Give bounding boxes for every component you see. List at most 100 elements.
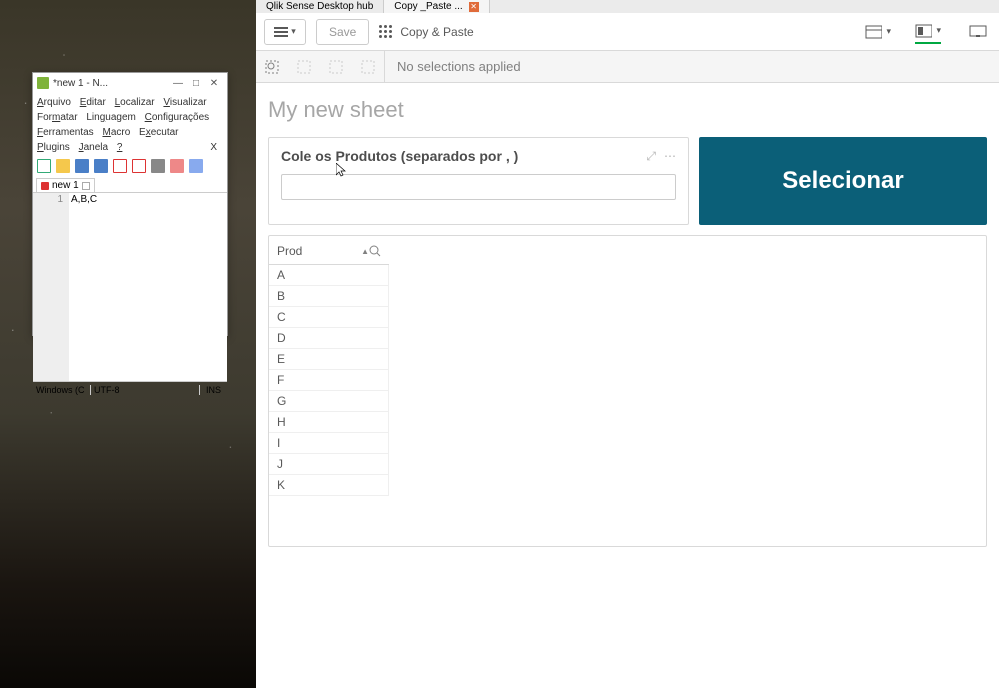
table-row[interactable]: C: [269, 307, 389, 328]
npp-toolbar: [33, 157, 227, 175]
qlik-toolbar: ▾ Save Copy & Paste ▾ ▾: [256, 13, 999, 51]
minimize-button[interactable]: —: [169, 78, 187, 89]
table-body: ABCDEFGHIJK: [269, 265, 986, 496]
fullscreen-icon[interactable]: ⤢: [646, 149, 656, 164]
selection-text: No selections applied: [384, 51, 521, 82]
sheet-content: My new sheet Cole os Produtos (separados…: [256, 83, 999, 561]
npp-app-icon: [37, 77, 49, 89]
menu-macro[interactable]: Macro: [102, 127, 130, 138]
sheet-view-button[interactable]: ▾: [915, 26, 941, 44]
npp-statusbar: Windows (C UTF-8 INS: [33, 381, 227, 397]
more-icon[interactable]: ⋯: [664, 149, 676, 164]
chevron-down-icon: ▾: [291, 26, 296, 37]
selecionar-button[interactable]: Selecionar: [699, 137, 987, 225]
menu-plugins[interactable]: Plugins: [37, 142, 70, 153]
new-file-icon[interactable]: [37, 159, 51, 173]
editor-content: A,B,C: [71, 194, 97, 205]
table-row[interactable]: I: [269, 433, 389, 454]
menu-janela[interactable]: Janela: [79, 142, 108, 153]
app-grid-icon: [379, 25, 392, 38]
presentation-button[interactable]: [965, 23, 991, 41]
menu-formatar[interactable]: Formatar: [37, 112, 78, 123]
save-icon[interactable]: [75, 159, 89, 173]
chevron-down-icon: ▾: [936, 25, 941, 36]
prod-table[interactable]: Prod ▲ ABCDEFGHIJK: [268, 235, 987, 547]
table-row[interactable]: B: [269, 286, 389, 307]
save-all-icon[interactable]: [94, 159, 108, 173]
table-header[interactable]: Prod ▲: [269, 244, 389, 265]
text-editor[interactable]: A,B,C: [69, 193, 227, 381]
table-row[interactable]: H: [269, 412, 389, 433]
npp-menubar: Arquivo Editar Localizar Visualizar Form…: [33, 93, 227, 157]
sheet-title[interactable]: My new sheet: [268, 97, 987, 123]
npp-titlebar[interactable]: *new 1 - N... — □ ✕: [33, 73, 227, 93]
products-input[interactable]: [281, 174, 676, 200]
print-icon[interactable]: [151, 159, 165, 173]
status-mode: INS: [199, 385, 227, 395]
selection-tools: [256, 57, 384, 77]
close-file-icon[interactable]: [113, 159, 127, 173]
input-card-title: Cole os Produtos (separados por , ): [281, 148, 646, 164]
menu-executar[interactable]: Executar: [139, 127, 178, 138]
menu-visualizar[interactable]: Visualizar: [163, 97, 206, 108]
notepadpp-window: *new 1 - N... — □ ✕ Arquivo Editar Local…: [32, 72, 228, 336]
selecionar-label: Selecionar: [782, 167, 903, 195]
step-back-button[interactable]: [294, 57, 314, 77]
table-row[interactable]: E: [269, 349, 389, 370]
menu-localizar[interactable]: Localizar: [115, 97, 155, 108]
save-label: Save: [329, 25, 356, 39]
menu-editar[interactable]: Editar: [80, 97, 106, 108]
open-file-icon[interactable]: [56, 159, 70, 173]
npp-file-tabs: new 1: [33, 175, 227, 193]
hamburger-icon: [274, 27, 288, 37]
clear-icon: [360, 59, 376, 75]
table-row[interactable]: J: [269, 454, 389, 475]
menu-ferramentas[interactable]: Ferramentas: [37, 127, 94, 138]
npp-title-text: *new 1 - N...: [53, 78, 169, 89]
tab-app-label: Copy _Paste ...: [394, 1, 462, 12]
data-model-button[interactable]: ▾: [865, 23, 891, 41]
tab-close-icon[interactable]: [82, 182, 90, 190]
smart-search-button[interactable]: [262, 57, 282, 77]
menu-x[interactable]: X: [210, 140, 217, 155]
search-icon[interactable]: [369, 245, 381, 257]
tab-app[interactable]: Copy _Paste ... ✕: [384, 0, 489, 13]
th-label: Prod: [277, 244, 357, 258]
tab-close-icon[interactable]: ✕: [469, 2, 479, 12]
line-number: 1: [39, 194, 63, 205]
table-row[interactable]: F: [269, 370, 389, 391]
global-menu-button[interactable]: ▾: [264, 19, 306, 45]
maximize-button[interactable]: □: [187, 78, 205, 89]
cut-icon[interactable]: [170, 159, 184, 173]
table-row[interactable]: A: [269, 265, 389, 286]
menu-config[interactable]: Configurações: [145, 112, 210, 123]
sheet-icon: [915, 24, 932, 38]
monitor-icon: [969, 25, 987, 39]
npp-file-tab[interactable]: new 1: [36, 178, 95, 192]
step-forward-button[interactable]: [326, 57, 346, 77]
table-row[interactable]: D: [269, 328, 389, 349]
menu-help[interactable]: ?: [117, 142, 123, 153]
tab-hub[interactable]: Qlik Sense Desktop hub: [256, 0, 384, 13]
input-card[interactable]: Cole os Produtos (separados por , ) ⤢ ⋯: [268, 137, 689, 225]
smart-search-icon: [264, 59, 280, 75]
close-all-icon[interactable]: [132, 159, 146, 173]
app-breadcrumb[interactable]: Copy & Paste: [379, 25, 473, 39]
menu-linguagem[interactable]: Linguagem: [86, 112, 136, 123]
close-button[interactable]: ✕: [205, 78, 223, 89]
toolbar-right: ▾ ▾: [865, 23, 991, 41]
selection-bar: No selections applied: [256, 51, 999, 83]
tab-hub-label: Qlik Sense Desktop hub: [266, 1, 373, 12]
save-button[interactable]: Save: [316, 19, 369, 45]
table-row[interactable]: K: [269, 475, 389, 496]
table-row[interactable]: G: [269, 391, 389, 412]
npp-editor-area: 1 A,B,C: [33, 193, 227, 381]
sort-asc-icon[interactable]: ▲: [361, 247, 369, 256]
status-eol: Windows (C: [33, 385, 91, 395]
qlik-browser-tabs: Qlik Sense Desktop hub Copy _Paste ... ✕: [256, 0, 999, 13]
clear-all-button[interactable]: [358, 57, 378, 77]
copy-icon[interactable]: [189, 159, 203, 173]
data-model-icon: [865, 25, 882, 39]
menu-arquivo[interactable]: Arquivo: [37, 97, 71, 108]
step-back-icon: [296, 59, 312, 75]
